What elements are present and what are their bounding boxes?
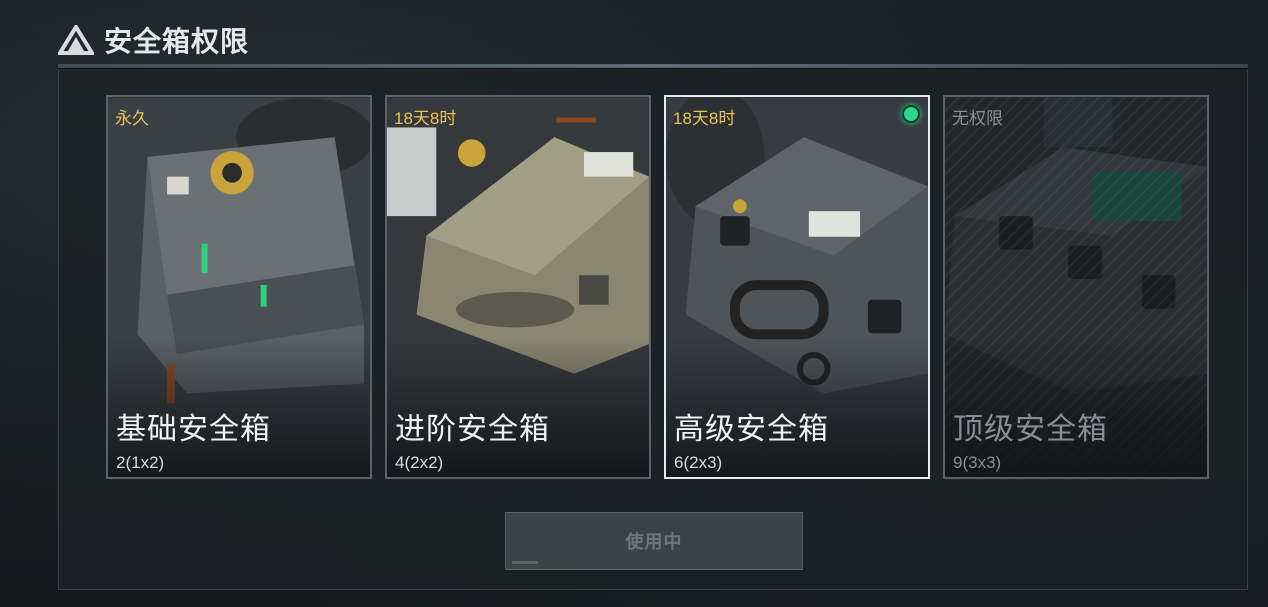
card-capacity: 6(2x3) — [674, 453, 723, 472]
in-use-button-label: 使用中 — [625, 532, 683, 552]
page-title: 安全箱权限 — [104, 26, 250, 57]
card-status: 永久 — [115, 109, 149, 128]
active-indicator-icon — [902, 105, 920, 123]
safe-card-basic[interactable]: 永久 基础安全箱 2(1x2) — [106, 95, 372, 479]
triangle-logo-icon — [58, 25, 94, 55]
header: 安全箱权限 — [58, 18, 249, 62]
card-title: 基础安全箱 — [116, 413, 271, 446]
safe-card-advanced[interactable]: 18天8时 进阶安全箱 4(2x2) — [385, 95, 651, 479]
card-title: 顶级安全箱 — [953, 413, 1108, 446]
card-title: 高级安全箱 — [674, 413, 829, 446]
card-status: 18天8时 — [673, 109, 736, 128]
card-capacity: 9(3x3) — [953, 453, 1002, 472]
safe-card-top[interactable]: 无权限 顶级安全箱 9(3x3) — [943, 95, 1209, 479]
card-capacity: 4(2x2) — [395, 453, 444, 472]
safe-card-premium[interactable]: 18天8时 高级安全箱 6(2x3) — [664, 95, 930, 479]
in-use-button[interactable]: 使用中 — [505, 512, 803, 570]
card-status: 18天8时 — [394, 109, 457, 128]
card-title: 进阶安全箱 — [395, 413, 550, 446]
card-status: 无权限 — [952, 109, 1003, 128]
card-capacity: 2(1x2) — [116, 453, 165, 472]
button-corner-accent — [512, 561, 538, 564]
title-divider — [58, 64, 1248, 68]
